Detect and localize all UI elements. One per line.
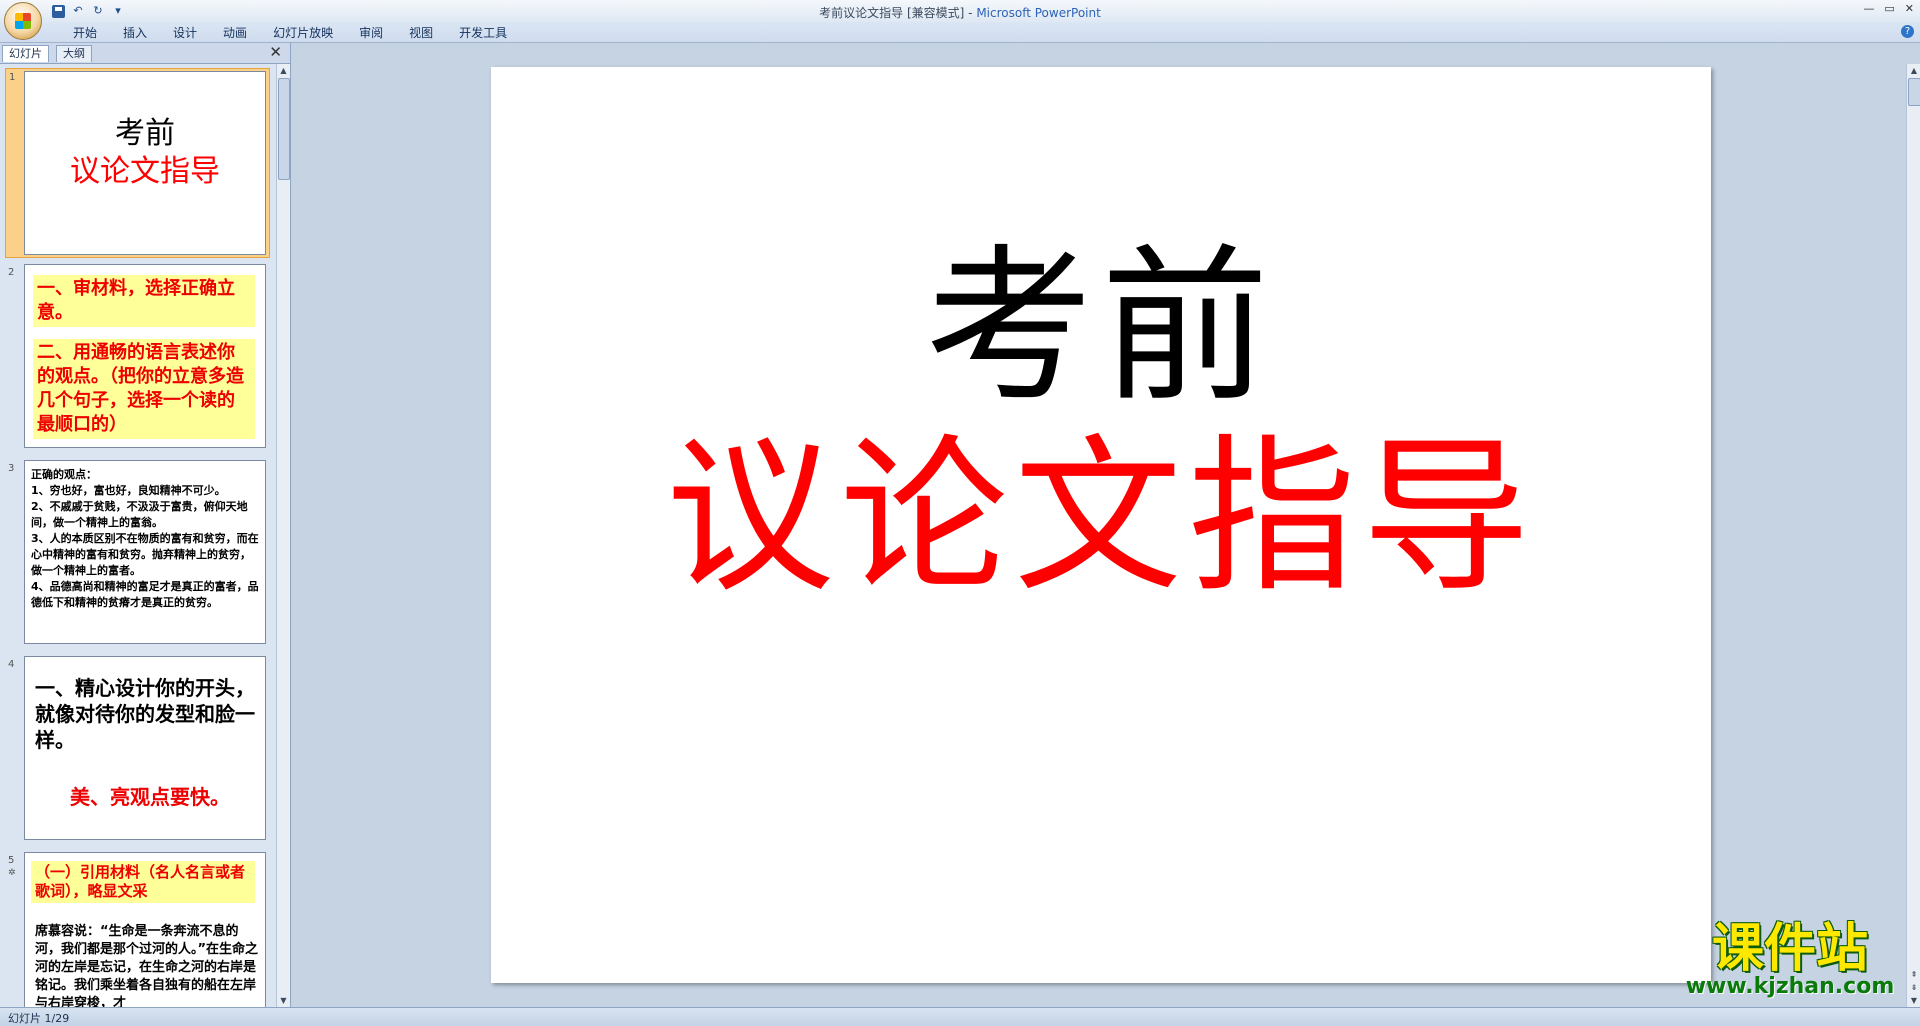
tab-slides[interactable]: 幻灯片	[2, 45, 49, 62]
scroll-down-icon[interactable]: ▼	[277, 994, 290, 1007]
close-icon[interactable]: ✕	[1905, 2, 1914, 15]
minimize-icon[interactable]: —	[1863, 2, 1874, 15]
tab-review[interactable]: 审阅	[346, 25, 396, 41]
pane-tabs: 幻灯片 大纲 ✕	[0, 43, 290, 64]
scrollbar-thumb[interactable]	[1908, 78, 1920, 106]
tab-insert[interactable]: 插入	[110, 25, 160, 41]
office-logo-icon	[15, 13, 31, 29]
thumb-heading: 一、精心设计你的开头，就像对待你的发型和脸一样。	[35, 676, 255, 752]
thumb-highlight-block: 一、审材料，选择正确立意。	[33, 275, 255, 327]
watermark-logo: 课件站	[1711, 919, 1868, 979]
scrollbar-thumb[interactable]	[278, 78, 290, 180]
scroll-up-icon[interactable]: ▲	[1907, 64, 1920, 77]
thumbnail-canvas: 一、审材料，选择正确立意。 二、用通畅的语言表述你的观点。（把你的立意多造几个句…	[24, 264, 266, 448]
title-bar: ↶ ↻ ▾ 考前议论文指导 [兼容模式] - Microsoft PowerPo…	[0, 0, 1920, 22]
thumbnail-canvas: 正确的观点： 1、穷也好，富也好，良知精神不可少。 2、不戚戚于贫贱，不汲汲于富…	[24, 460, 266, 644]
thumb-red-line: 美、亮观点要快。	[70, 785, 230, 809]
watermark-url: www.kjzhan.com	[1685, 974, 1895, 999]
slide-number: 2	[8, 267, 15, 278]
animation-marker-icon: ✲	[8, 868, 16, 878]
thumbnail-slide-5[interactable]: 5 ✲ （一）引用材料（名人名言或者歌词），略显文采 席慕容说：“生命是一条奔流…	[5, 852, 270, 1007]
slide-indicator: 幻灯片 1/29	[8, 1012, 70, 1025]
ribbon-tabs-bar: 开始 插入 设计 动画 幻灯片放映 审阅 视图 开发工具 ?	[0, 22, 1920, 43]
thumbnail-canvas: 考前 议论文指导	[24, 71, 266, 255]
document-title: 考前议论文指导 [兼容模式]	[819, 6, 965, 20]
thumb-body-text: 正确的观点： 1、穷也好，富也好，良知精神不可少。 2、不戚戚于贫贱，不汲汲于富…	[31, 468, 259, 609]
tab-animations[interactable]: 动画	[210, 25, 260, 41]
pane-close-icon[interactable]: ✕	[269, 44, 282, 61]
slide-subtitle[interactable]: 议论文指导	[491, 427, 1711, 607]
ribbon-tabs: 开始 插入 设计 动画 幻灯片放映 审阅 视图 开发工具	[60, 25, 520, 41]
slide-editing-area: 考前 议论文指导	[291, 43, 1900, 1007]
thumb-subtitle: 议论文指导	[70, 154, 220, 189]
tab-view[interactable]: 视图	[396, 25, 446, 41]
office-button[interactable]	[4, 2, 42, 40]
thumbnail-slide-2[interactable]: 2 一、审材料，选择正确立意。 二、用通畅的语言表述你的观点。（把你的立意多造几…	[5, 264, 270, 452]
tab-developer[interactable]: 开发工具	[446, 25, 520, 41]
thumbnail-list: 1 考前 议论文指导 2 一、审材料，选择正确立意。 二、用通畅的语言表述你的观…	[0, 64, 275, 1007]
window-controls: — ▭ ✕	[1863, 2, 1914, 15]
thumb-highlight-block: （一）引用材料（名人名言或者歌词），略显文采	[31, 861, 255, 903]
slide-number: 5	[8, 855, 15, 866]
tab-design[interactable]: 设计	[160, 25, 210, 41]
tab-slideshow[interactable]: 幻灯片放映	[260, 25, 346, 41]
slide-number: 3	[8, 463, 15, 474]
thumbnail-canvas: 一、精心设计你的开头，就像对待你的发型和脸一样。 美、亮观点要快。	[24, 656, 266, 840]
help-icon[interactable]: ?	[1901, 25, 1914, 38]
slide-number: 4	[8, 659, 15, 670]
thumbnail-canvas: （一）引用材料（名人名言或者歌词），略显文采 席慕容说：“生命是一条奔流不息的河…	[24, 852, 266, 1007]
slide-title[interactable]: 考前	[491, 237, 1711, 417]
slide-number: 1	[9, 72, 16, 83]
tab-outline[interactable]: 大纲	[56, 45, 92, 62]
title-separator: -	[964, 6, 977, 20]
thumbnails-scrollbar[interactable]: ▲ ▼	[276, 64, 290, 1007]
slides-pane: 幻灯片 大纲 ✕ 1 考前 议论文指导 2 一、审材料，选择正确立意。 二、用通…	[0, 43, 291, 1007]
app-name: Microsoft PowerPoint	[976, 6, 1101, 20]
status-bar: 幻灯片 1/29	[0, 1007, 1920, 1026]
maximize-icon[interactable]: ▭	[1884, 2, 1894, 15]
thumb-highlight-block: 二、用通畅的语言表述你的观点。（把你的立意多造几个句子，选择一个读的最顺口的）	[33, 339, 255, 439]
thumbnail-slide-4[interactable]: 4 一、精心设计你的开头，就像对待你的发型和脸一样。 美、亮观点要快。	[5, 656, 270, 844]
thumb-body-text: 席慕容说：“生命是一条奔流不息的河，我们都是那个过河的人。”在生命之河的左岸是忘…	[35, 924, 259, 1007]
window-title: 考前议论文指导 [兼容模式] - Microsoft PowerPoint	[0, 4, 1920, 21]
thumbnail-slide-1[interactable]: 1 考前 议论文指导	[5, 68, 270, 258]
thumbnail-slide-3[interactable]: 3 正确的观点： 1、穷也好，富也好，良知精神不可少。 2、不戚戚于贫贱，不汲汲…	[5, 460, 270, 648]
tab-home[interactable]: 开始	[60, 25, 110, 41]
slide-scrollbar[interactable]: ▲ ⇞ ⇟ ▼	[1906, 64, 1920, 1007]
current-slide[interactable]: 考前 议论文指导	[491, 67, 1711, 983]
scroll-up-icon[interactable]: ▲	[277, 64, 290, 77]
